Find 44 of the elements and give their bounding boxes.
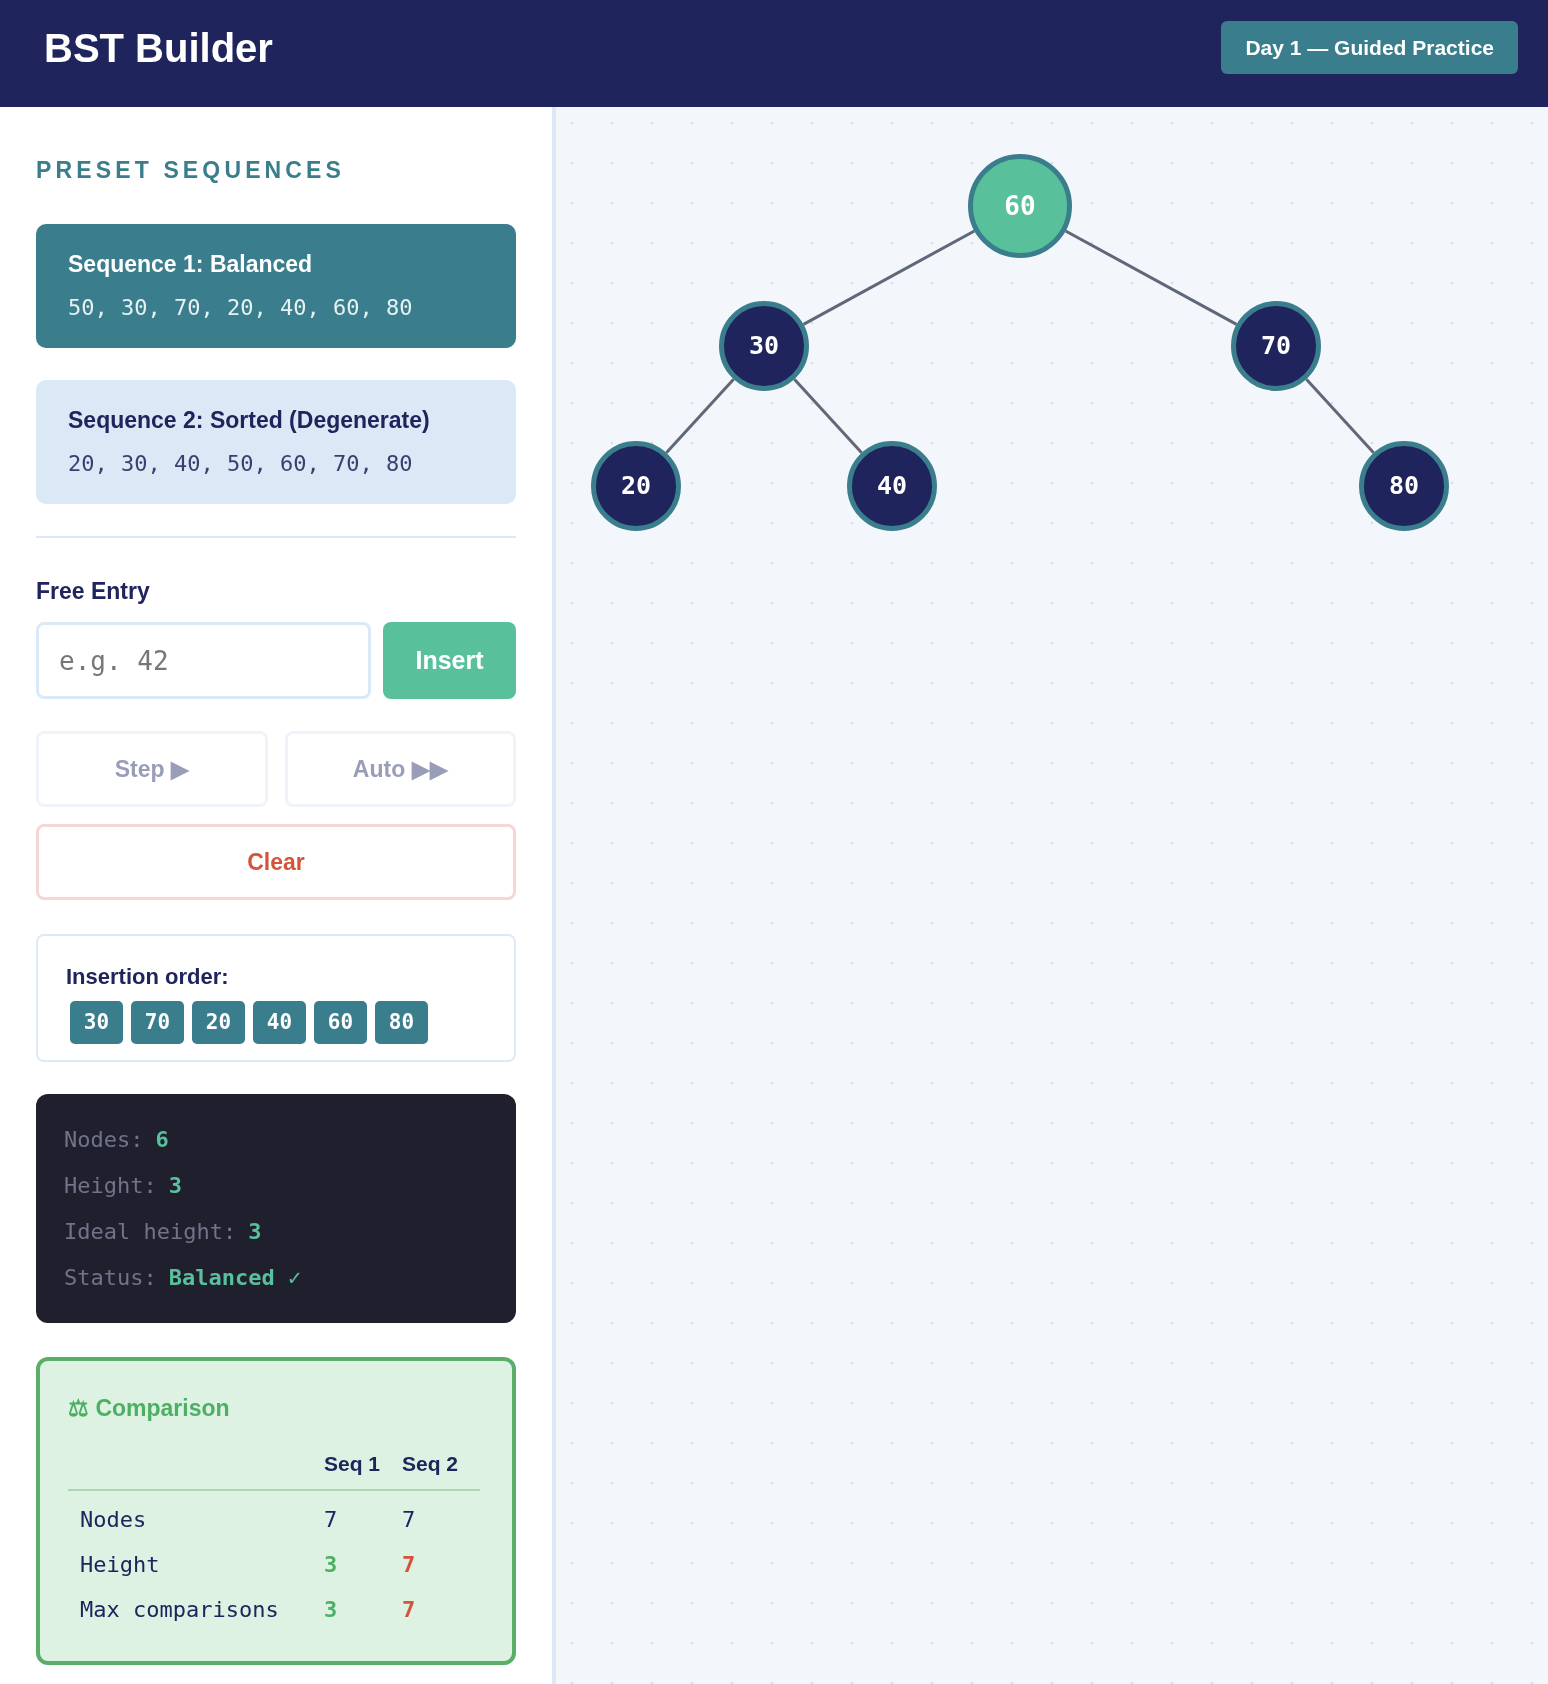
order-chip: 80 (375, 1001, 428, 1044)
tree-node[interactable]: 40 (847, 441, 937, 531)
order-chip: 70 (131, 1001, 184, 1044)
table-cell-text: 7 (402, 1596, 417, 1624)
stat-label: Ideal height: (64, 1218, 237, 1246)
tree-node[interactable]: 80 (1359, 441, 1449, 531)
stat-value: 6 (155, 1126, 169, 1154)
column-header: Seq 1 (324, 1447, 402, 1490)
sequence-values: 20, 30, 40, 50, 60, 70, 80 (68, 450, 413, 479)
free-entry-label: Free Entry (36, 576, 150, 606)
column-header: Seq 2 (402, 1447, 480, 1490)
table-cell-text: 3 (324, 1551, 339, 1579)
section-title: PRESET SEQUENCES (36, 156, 346, 185)
sequence-values: 50, 30, 70, 20, 40, 60, 80 (68, 294, 413, 323)
stat-value: 3 (248, 1218, 262, 1246)
insertion-order-label: Insertion order: (66, 963, 229, 991)
app-title: BST Builder (44, 24, 273, 72)
clear-button[interactable]: Clear (36, 824, 516, 900)
stat-label: Height: (64, 1172, 157, 1200)
order-chip: 30 (70, 1001, 123, 1044)
table-cell-text: 7 (402, 1551, 417, 1579)
stat-value: 3 (168, 1172, 182, 1200)
row-label: Height (79, 1551, 161, 1579)
comparison-title: ⚖ Comparison (68, 1394, 230, 1423)
stat-label: Status: (64, 1264, 157, 1292)
number-input-field[interactable]: e.g. 42 (36, 622, 371, 699)
table-cell: 7 (402, 1490, 480, 1536)
sequence-card[interactable]: Sequence 1: Balanced 50, 30, 70, 20, 40, 60, 80 (36, 223, 516, 348)
tree-node[interactable]: 70 (1231, 301, 1321, 391)
tree-node[interactable]: 20 (591, 441, 681, 531)
sequence-card[interactable]: Sequence 2: Sorted (Degenerate) 20, 30, 40, 50, 60, 70, 80 (36, 379, 516, 504)
table-cell: 7 (324, 1490, 402, 1536)
sequence-title: Sequence 2: Sorted (Degenerate) (68, 405, 430, 435)
order-chip: 60 (314, 1001, 367, 1044)
stat-value: Balanced ✓ (168, 1264, 302, 1292)
sequence-title: Sequence 1: Balanced (68, 249, 313, 279)
tree-node[interactable]: 30 (719, 301, 809, 391)
order-chip: 20 (192, 1001, 245, 1044)
stat-label: Nodes: (64, 1126, 144, 1154)
table-cell-text: 3 (324, 1596, 339, 1624)
order-chip: 40 (253, 1001, 306, 1044)
row-label: Max comparisons (79, 1596, 280, 1624)
row-label: Nodes (68, 1490, 324, 1536)
day-badge: Day 1 — Guided Practice (1221, 20, 1518, 75)
